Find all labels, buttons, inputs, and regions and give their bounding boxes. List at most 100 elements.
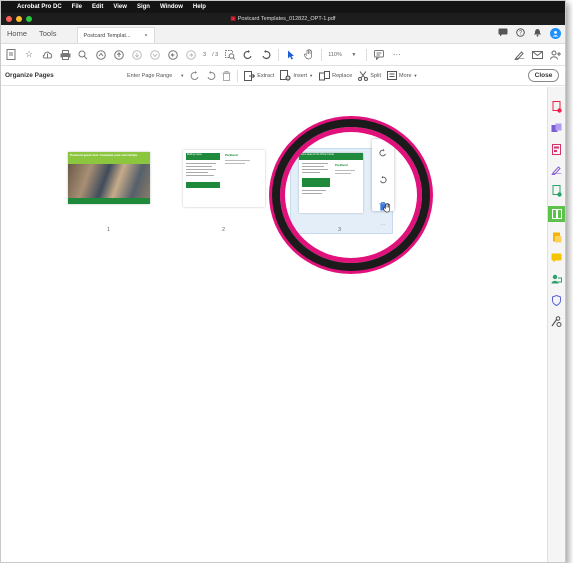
chevron-down-icon: ▼ <box>180 73 185 78</box>
page-number-label: 2 <box>222 227 226 233</box>
chat-icon[interactable] <box>498 28 508 39</box>
menu-help[interactable]: Help <box>193 4 206 10</box>
toolbar-divider <box>321 48 323 61</box>
split-label: Split <box>370 72 381 79</box>
sign-pen-icon[interactable] <box>513 49 525 61</box>
notifications-bell-icon[interactable] <box>533 28 542 39</box>
text-line <box>186 169 216 170</box>
scroll-down-circle-icon[interactable] <box>149 49 161 61</box>
comment-tool-icon[interactable] <box>551 252 563 264</box>
tab-document-label: Postcard Templat... <box>83 32 131 39</box>
page-thumbnail-1[interactable]: Postcard green text. Complete your own f… <box>68 152 150 204</box>
scan-ocr-icon[interactable] <box>551 231 563 243</box>
acrobat-window: Acrobat Pro DC File Edit View Sign Windo… <box>0 0 566 563</box>
menu-edit[interactable]: Edit <box>92 4 103 10</box>
menu-file[interactable]: File <box>72 4 82 10</box>
insert-page-icon <box>280 70 291 81</box>
next-page-icon[interactable] <box>131 49 143 61</box>
edit-pdf-icon[interactable] <box>551 143 563 155</box>
chevron-down-icon[interactable]: ▼ <box>348 49 360 61</box>
replace-button[interactable]: Replace <box>319 70 352 81</box>
tab-tools[interactable]: Tools <box>33 29 63 43</box>
page-thumbnail-2[interactable]: Mailing Ideas Parkland <box>183 150 265 207</box>
text-line <box>186 166 212 167</box>
app-menu[interactable]: Acrobat Pro DC <box>17 4 62 10</box>
hand-tool-icon[interactable] <box>303 49 315 61</box>
extract-icon <box>244 70 256 81</box>
forward-view-icon[interactable] <box>185 49 197 61</box>
zoom-selection-icon[interactable] <box>224 49 236 61</box>
page-total: / 3 <box>212 51 219 58</box>
menu-window[interactable]: Window <box>160 4 183 10</box>
menu-view[interactable]: View <box>113 4 127 10</box>
back-view-icon[interactable] <box>167 49 179 61</box>
page-2-left-panel: Mailing Ideas <box>186 153 222 204</box>
comment-icon[interactable] <box>373 49 385 61</box>
print-icon[interactable] <box>59 49 71 61</box>
search-icon[interactable] <box>77 49 89 61</box>
scissors-icon <box>358 70 369 81</box>
close-organize-button[interactable]: Close <box>528 69 559 82</box>
more-button[interactable]: More ▼ <box>386 71 417 80</box>
rotate-clockwise-icon[interactable] <box>260 49 272 61</box>
more-icon <box>386 71 397 80</box>
upload-cloud-icon[interactable] <box>41 49 53 61</box>
rotate-counterclockwise-icon <box>190 70 199 80</box>
create-pdf-icon[interactable] <box>551 101 563 113</box>
rotate-counterclockwise-icon[interactable] <box>242 49 254 61</box>
menu-sign[interactable]: Sign <box>137 4 150 10</box>
page-2-heading: Mailing Ideas <box>186 153 220 160</box>
rotate-clockwise-icon <box>207 70 216 80</box>
scroll-up-circle-icon[interactable] <box>95 49 107 61</box>
help-icon[interactable]: ? <box>516 28 525 39</box>
page-1-banner-text: Postcard green text. Complete your own f… <box>70 153 138 157</box>
page-1-footer <box>68 198 150 204</box>
insert-button[interactable]: Insert ▼ <box>280 70 313 81</box>
fill-sign-icon[interactable] <box>551 164 563 176</box>
tab-home[interactable]: Home <box>1 29 33 43</box>
trash-icon <box>222 70 231 81</box>
avatar[interactable] <box>550 28 561 39</box>
toolbar-divider <box>278 48 280 61</box>
mail-icon[interactable] <box>531 49 543 61</box>
toolbar-divider <box>365 48 367 61</box>
send-for-signature-icon[interactable] <box>551 273 563 285</box>
insert-label: Insert <box>293 72 308 79</box>
more-tools-icon[interactable]: ··· <box>391 49 403 61</box>
page-thumbnails-area: Postcard green text. Complete your own f… <box>1 87 549 562</box>
rotate-left-button[interactable] <box>190 70 200 81</box>
more-tools-rail-icon[interactable] <box>551 315 563 327</box>
select-cursor-icon[interactable] <box>285 49 297 61</box>
text-line <box>225 160 250 161</box>
protect-shield-icon[interactable] <box>551 294 563 306</box>
chevron-down-icon: ▼ <box>309 73 314 78</box>
text-line <box>186 163 216 164</box>
extract-button[interactable]: Extract <box>244 70 274 81</box>
header-right-icons: ? <box>498 28 561 39</box>
star-icon[interactable]: ☆ <box>23 49 35 61</box>
text-line <box>186 175 214 176</box>
delete-page-button[interactable] <box>222 70 231 81</box>
tools-right-rail <box>547 87 565 562</box>
combine-files-icon[interactable] <box>551 122 563 134</box>
main-toolbar: ☆ 3 / 3 110% ▼ ··· <box>1 44 565 66</box>
organize-pages-title: Organize Pages <box>5 72 54 79</box>
page-number-input[interactable]: 3 <box>203 52 206 58</box>
split-button[interactable]: Split <box>358 70 381 81</box>
zoom-level-dropdown[interactable]: 110% <box>328 52 342 58</box>
text-line <box>225 163 245 164</box>
export-pdf-icon[interactable] <box>551 185 563 197</box>
pdf-file-icon: ▣ <box>230 16 236 22</box>
organize-pages-bar: Organize Pages Enter Page Range ▼ Extrac… <box>1 66 565 86</box>
tab-document[interactable]: Postcard Templat... × <box>76 27 155 43</box>
add-user-icon[interactable] <box>549 49 561 61</box>
text-line <box>186 172 208 173</box>
rotate-right-button[interactable] <box>206 70 216 81</box>
close-tab-icon[interactable]: × <box>144 33 147 39</box>
organize-pages-icon[interactable] <box>547 206 565 222</box>
create-file-icon[interactable] <box>5 49 17 61</box>
previous-page-icon[interactable] <box>113 49 125 61</box>
organize-tools: Enter Page Range ▼ Extract Insert ▼ Repl… <box>127 69 417 82</box>
organize-divider <box>237 69 239 82</box>
page-range-dropdown[interactable]: Enter Page Range ▼ <box>127 73 184 79</box>
